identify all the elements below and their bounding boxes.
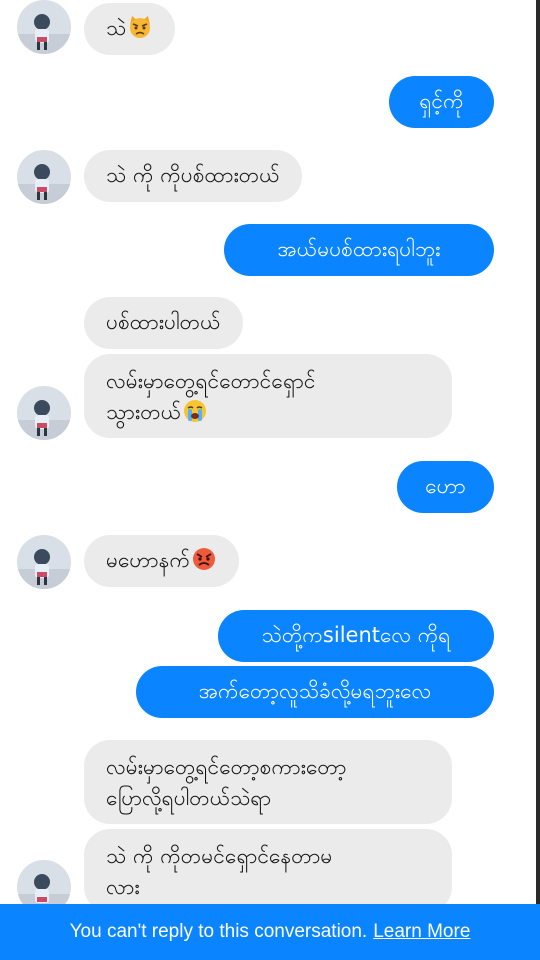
contact-avatar[interactable] — [17, 386, 71, 440]
outgoing-message[interactable]: အက်တော့လူသိခံလို့မရဘူးလေ — [136, 666, 494, 718]
incoming-message[interactable]: သဲ — [84, 3, 176, 55]
contact-avatar[interactable] — [17, 150, 71, 204]
window-edge — [536, 0, 540, 904]
message-text: ရှင့်ကို — [419, 89, 464, 113]
reply-disabled-banner: You can't reply to this conversation. Le… — [0, 904, 540, 960]
outgoing-message[interactable]: သဲတို့ကsilentလေ ကိုရ — [218, 610, 494, 662]
learn-more-link[interactable]: Learn More — [373, 921, 470, 943]
outgoing-message[interactable]: အယ်မပစ်ထားရပါဘူး — [224, 224, 494, 276]
outgoing-message[interactable]: ဟော — [397, 461, 494, 513]
message-text: မဟောနက် — [106, 548, 190, 572]
incoming-message[interactable]: မဟောနက် — [84, 535, 239, 587]
message-text-line: လား — [106, 875, 140, 899]
message-text: အယ်မပစ်ထားရပါဘူး — [277, 237, 441, 261]
message-text-line: လမ်းမှာတွေ့ရင်တောင်ရှောင် — [106, 369, 316, 393]
incoming-message[interactable]: ပစ်ထားပါတယ် — [84, 297, 243, 349]
incoming-message[interactable]: သဲ ကို ကိုပစ်ထားတယ် — [84, 150, 302, 202]
message-text: သဲတို့ကsilentလေ ကိုရ — [261, 623, 451, 647]
outgoing-message[interactable]: ရှင့်ကို — [389, 76, 494, 128]
message-text: သဲ ကို ကိုပစ်ထားတယ် — [106, 163, 280, 187]
message-text-line: သဲ ကို ကိုတမင်ရှောင်နေတာမ — [106, 844, 333, 868]
message-text: အက်တော့လူသိခံလို့မရဘူးလေ — [198, 679, 432, 703]
message-text-line: သွားတယ် — [106, 400, 182, 424]
message-text: သဲ — [106, 16, 127, 40]
reply-disabled-notice: You can't reply to this conversation. — [69, 921, 368, 942]
message-text: ပစ်ထားပါတယ် — [106, 310, 221, 334]
message-text-line: လမ်းမှာတွေ့ရင်တော့စကားတော့ — [106, 755, 347, 779]
contact-avatar[interactable] — [17, 0, 71, 54]
incoming-message[interactable]: လမ်းမှာတွေ့ရင်တော့စကားတော့ ပြောလို့ရပါတယ… — [84, 740, 452, 824]
angry-face-icon — [191, 546, 217, 572]
pouting-cat-icon — [127, 14, 153, 40]
incoming-message[interactable]: လမ်းမှာတွေ့ရင်တောင်ရှောင် သွားတယ် — [84, 354, 452, 438]
crying-face-icon — [182, 398, 208, 424]
incoming-message[interactable]: သဲ ကို ကိုတမင်ရှောင်နေတာမ လား — [84, 829, 452, 913]
message-text: ဟော — [425, 474, 466, 498]
contact-avatar[interactable] — [17, 535, 71, 589]
message-text-line: ပြောလို့ရပါတယ်သဲရာ — [106, 786, 272, 810]
